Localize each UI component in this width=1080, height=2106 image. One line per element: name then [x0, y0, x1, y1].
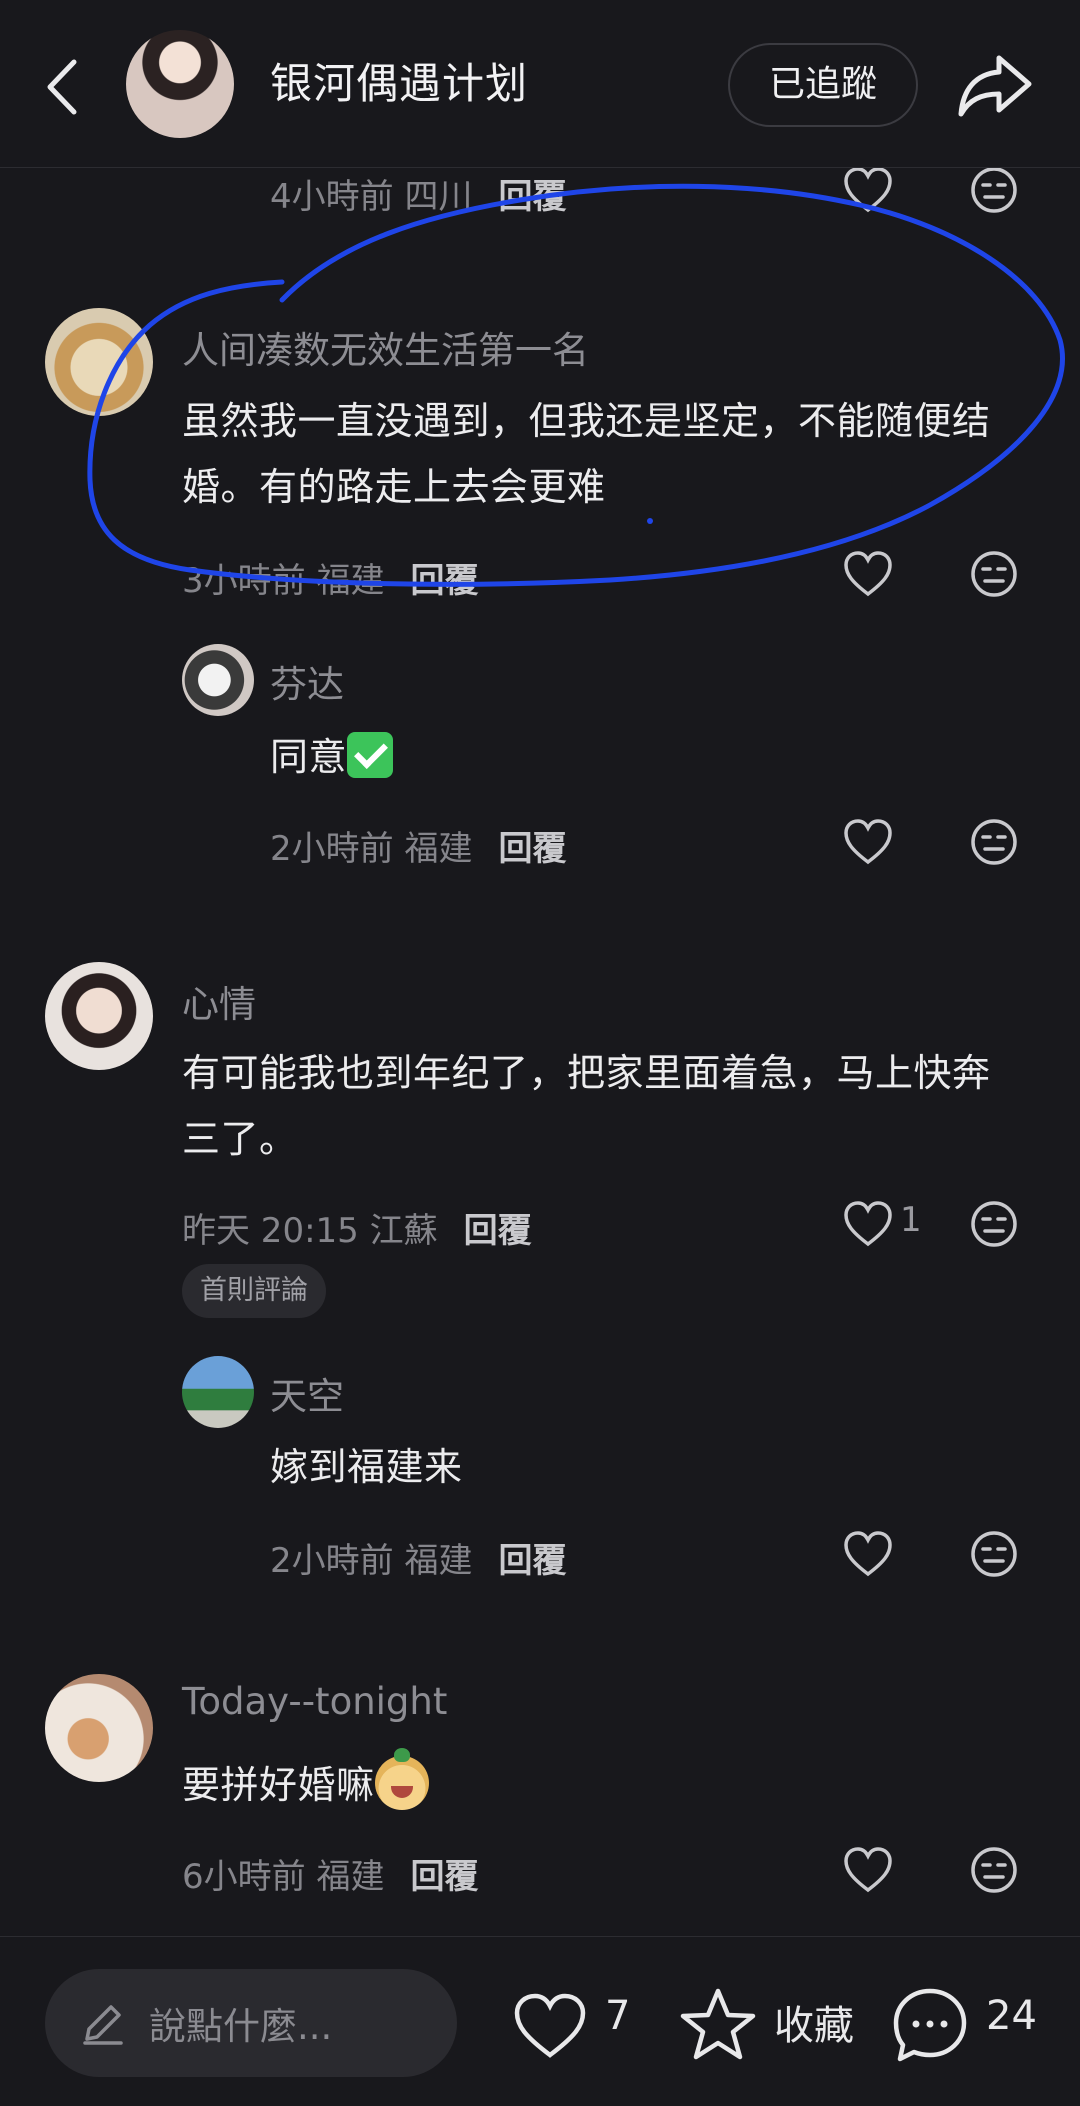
post-comment-count: 24: [986, 1993, 1037, 2039]
comment-time-location: 4小時前 四川: [270, 176, 473, 217]
comment-meta: 2小時前 福建 回覆: [270, 1532, 566, 1582]
comment-text-line: 婚。有的路走上去会更难: [182, 465, 606, 509]
user-avatar[interactable]: [182, 644, 254, 716]
comment-time-location: 昨天 20:15 江蘇: [182, 1210, 438, 1251]
comment-username[interactable]: 天空: [270, 1366, 344, 1420]
heart-icon[interactable]: [840, 546, 896, 602]
first-comment-badge: 首則評論: [182, 1264, 326, 1318]
chat-bubble-icon[interactable]: [888, 1983, 972, 2067]
reply-button[interactable]: 回覆: [410, 1849, 478, 1898]
comment-text-content: 要拼好婚嘛: [182, 1763, 375, 1807]
share-icon[interactable]: [955, 50, 1035, 120]
user-avatar[interactable]: [182, 1356, 254, 1428]
comment-time-location: 3小時前 福建: [182, 560, 385, 601]
favorite-label[interactable]: 收藏: [774, 1993, 854, 2051]
comment-time-location: 2小時前 福建: [270, 1540, 473, 1581]
top-bar: 银河偶遇计划 已追蹤: [0, 0, 1080, 168]
dislike-face-icon[interactable]: [968, 816, 1020, 868]
comment-meta: 6小時前 福建 回覆: [182, 1848, 478, 1898]
reply-button[interactable]: 回覆: [498, 169, 566, 218]
dislike-face-icon[interactable]: [968, 1528, 1020, 1580]
dislike-face-icon[interactable]: [968, 548, 1020, 600]
author-avatar[interactable]: [126, 30, 234, 138]
comment-meta: 3小時前 福建 回覆: [182, 552, 478, 602]
comment-username[interactable]: 芬达: [270, 654, 344, 708]
like-count: 1: [900, 1200, 922, 1240]
comment-text-line: 虽然我一直没遇到，但我还是坚定，不能随便结: [182, 399, 991, 443]
comment-time-location: 6小時前 福建: [182, 1856, 385, 1897]
reply-button[interactable]: 回覆: [498, 1533, 566, 1582]
comment-text-line: 有可能我也到年纪了，把家里面着急，马上快奔: [182, 1051, 991, 1095]
heart-icon[interactable]: [840, 1526, 896, 1582]
back-icon[interactable]: [38, 52, 88, 122]
comment-username[interactable]: 心情: [182, 974, 256, 1028]
comment-meta: 4小時前 四川 回覆: [270, 168, 566, 218]
heart-icon[interactable]: [840, 814, 896, 870]
author-name[interactable]: 银河偶遇计划: [270, 52, 528, 116]
check-mark-emoji-icon: [347, 732, 394, 778]
user-avatar[interactable]: [45, 1674, 153, 1782]
comment-username[interactable]: 人间凑数无效生活第一名: [182, 320, 589, 374]
comment-text-line: 三了。: [182, 1117, 298, 1161]
heart-icon[interactable]: [510, 1987, 590, 2067]
smiling-face-emoji-icon: [374, 1748, 429, 1810]
heart-icon[interactable]: [840, 162, 896, 218]
comment-input-placeholder: 說點什麼...: [149, 2005, 333, 2048]
following-button[interactable]: 已追蹤: [728, 43, 918, 127]
dislike-face-icon[interactable]: [968, 164, 1020, 216]
reply-text: 同意: [270, 724, 394, 790]
dislike-face-icon[interactable]: [968, 1198, 1020, 1250]
reply-text: 嫁到福建来: [270, 1445, 463, 1489]
star-icon[interactable]: [678, 1985, 758, 2065]
reply-button[interactable]: 回覆: [410, 553, 478, 602]
bottom-action-bar: 說點什麼... 7 收藏 24: [0, 1936, 1080, 2106]
user-avatar[interactable]: [45, 962, 153, 1070]
reply-text-content: 同意: [270, 735, 348, 779]
comment-meta: 昨天 20:15 江蘇 回覆: [182, 1202, 532, 1252]
pencil-icon: [83, 2005, 123, 2045]
dislike-face-icon[interactable]: [968, 1844, 1020, 1896]
user-avatar[interactable]: [45, 308, 153, 416]
post-comments-page: 银河偶遇计划 已追蹤 4小時前 四川 回覆 人间凑数无效生活第一名 虽然我一直没…: [0, 0, 1080, 2106]
comment-text: 要拼好婚嘛: [182, 1748, 429, 1818]
comment-time-location: 2小時前 福建: [270, 828, 473, 869]
comment-input[interactable]: 說點什麼...: [45, 1969, 457, 2077]
heart-icon[interactable]: [840, 1842, 896, 1898]
comment-meta: 2小時前 福建 回覆: [270, 820, 566, 870]
reply-button[interactable]: 回覆: [464, 1203, 532, 1252]
comment-username[interactable]: Today--tonight: [182, 1680, 447, 1723]
post-like-count: 7: [605, 1993, 631, 2039]
heart-icon[interactable]: [840, 1196, 896, 1252]
reply-button[interactable]: 回覆: [498, 821, 566, 870]
